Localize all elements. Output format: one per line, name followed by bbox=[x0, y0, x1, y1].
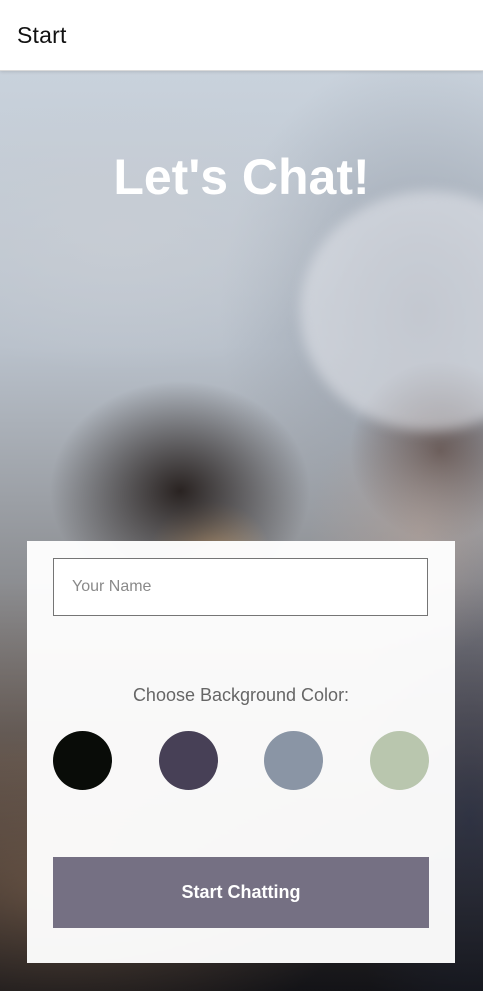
start-chatting-button[interactable]: Start Chatting bbox=[53, 857, 429, 928]
color-swatch-purple[interactable] bbox=[159, 731, 218, 790]
app-title: Let's Chat! bbox=[113, 149, 370, 205]
app-screen: Start Let's Chat! Choose Background Colo… bbox=[0, 0, 483, 991]
color-swatch-sage-green[interactable] bbox=[370, 731, 429, 790]
name-input[interactable] bbox=[53, 558, 428, 616]
app-header: Start bbox=[0, 0, 483, 71]
color-swatch-black[interactable] bbox=[53, 731, 112, 790]
color-label: Choose Background Color: bbox=[132, 685, 350, 705]
color-swatch-slate-blue[interactable] bbox=[264, 731, 323, 790]
header-title: Start bbox=[17, 22, 67, 48]
start-form-card: Choose Background Color: Start Chatting bbox=[27, 541, 455, 963]
